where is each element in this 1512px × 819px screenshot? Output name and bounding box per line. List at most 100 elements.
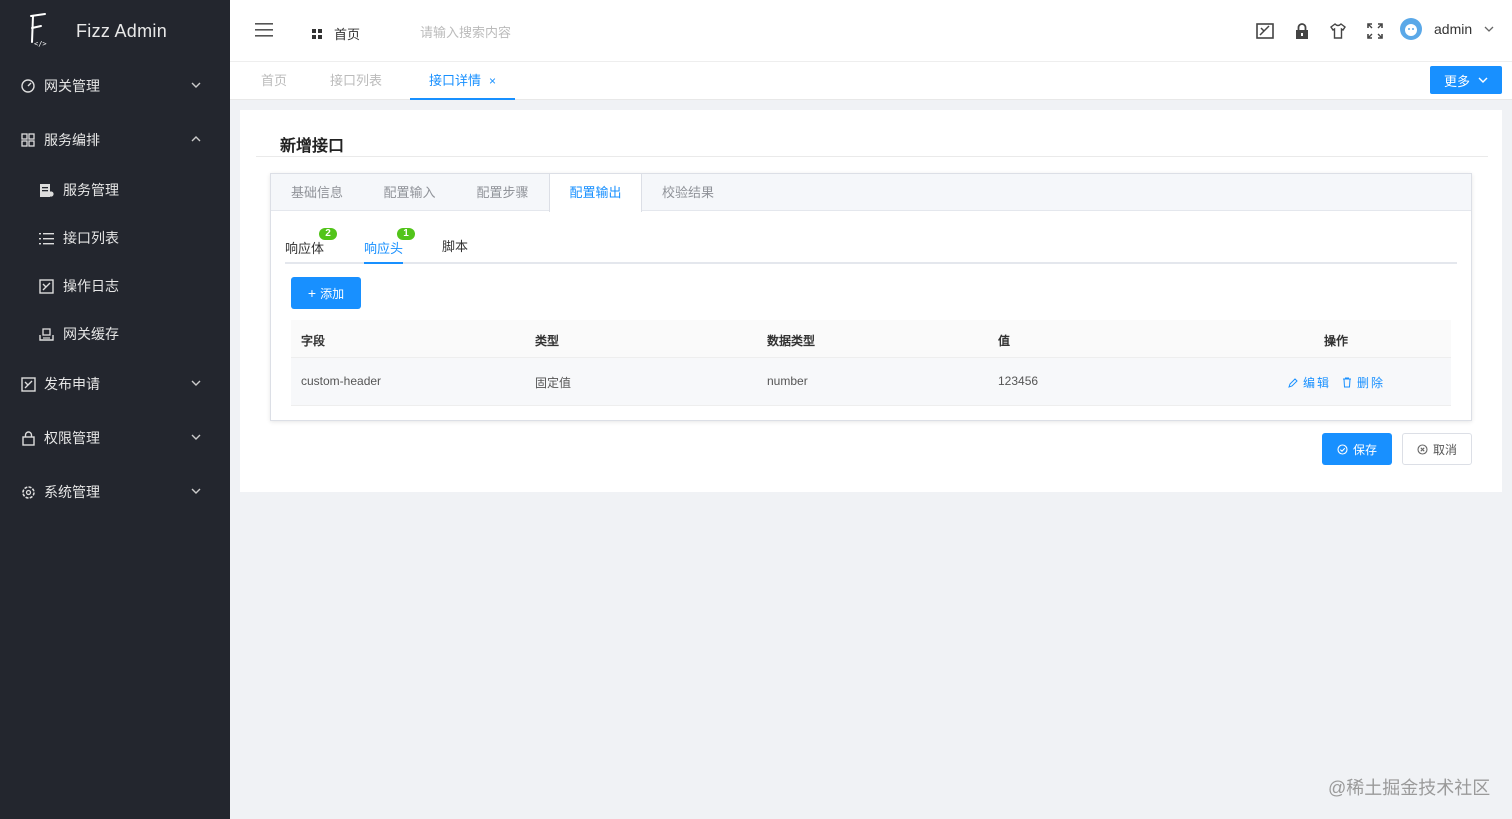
subtab-label: 脚本 [442,239,469,254]
dashboard-icon [20,78,36,94]
sidebar-item-service-management[interactable]: 服务管理 [0,170,230,210]
list-icon [38,230,54,246]
headers-table: 字段 类型 数据类型 值 操作 custom-header 固定值 number… [291,320,1451,406]
sidebar-item-label: 服务管理 [63,182,119,198]
sidebar-item-publish[interactable]: 发布申请 [0,364,230,404]
tab-basic-info[interactable]: 基础信息 [271,174,363,211]
plus-icon: + [307,285,317,301]
sidebar-item-operation-log[interactable]: 操作日志 [0,266,230,306]
screenshot-icon[interactable] [1256,22,1274,40]
sidebar-item-label: 服务编排 [44,132,100,148]
tag-home[interactable]: 首页 [261,62,287,100]
sidebar-item-label: 操作日志 [63,278,119,294]
chevron-down-icon [191,380,201,386]
tab-header: 基础信息 配置输入 配置步骤 配置输出 校验结果 [271,174,1471,212]
tags-view: 首页 接口列表 接口详情 × 更多 [230,62,1512,100]
cell-field: custom-header [301,374,382,388]
column-header: 操作 [1324,334,1349,348]
page-title: 新增接口 [280,138,345,155]
sidebar: </> Fizz Admin 网关管理 服务编排 服务管理 接口列表 操作日志 … [0,0,230,819]
config-tabs: 基础信息 配置输入 配置步骤 配置输出 校验结果 响应体 2 响应头 1 脚本 … [270,173,1472,421]
avatar [1400,18,1422,40]
sidebar-item-gateway-cache[interactable]: 网关缓存 [0,314,230,354]
sidebar-item-permissions[interactable]: 权限管理 [0,418,230,458]
theme-shirt-icon[interactable] [1329,22,1347,40]
sidebar-item-label: 接口列表 [63,230,119,246]
sidebar-item-gateway[interactable]: 网关管理 [0,66,230,106]
save-label: 保存 [1352,442,1377,457]
tab-config-steps[interactable]: 配置步骤 [456,174,549,211]
svg-text:</>: </> [34,40,47,48]
close-circle-icon [1417,443,1428,455]
lock-screen-icon[interactable] [1293,22,1311,40]
column-header: 类型 [535,334,560,348]
grid-icon [312,28,322,39]
cell-type: 固定值 [535,376,572,390]
user-menu[interactable]: admin [1400,18,1494,40]
search-input[interactable] [420,20,620,44]
add-label: 添加 [320,286,345,301]
chevron-down-icon [191,82,201,88]
cell-value: 123456 [998,374,1039,388]
trash-icon [1343,377,1351,388]
count-badge: 2 [319,228,337,240]
save-button[interactable]: 保存 [1322,433,1392,465]
cache-icon [38,326,54,342]
logo: </> Fizz Admin [0,0,230,62]
tab-config-input[interactable]: 配置输入 [363,174,456,211]
home-link[interactable]: 首页 [312,24,360,43]
sidebar-item-label: 权限管理 [44,430,100,446]
watermark: @稀土掘金技术社区 [1328,778,1491,798]
tab-config-output[interactable]: 配置输出 [549,174,642,212]
edit-button[interactable]: 编辑 [1288,374,1331,391]
edit-icon [1288,377,1298,388]
delete-label: 删除 [1357,376,1386,390]
tag-api-detail[interactable]: 接口详情 × [410,62,516,100]
service-doc-icon [38,182,54,198]
table-row: custom-header 固定值 number 123456 编辑 删除 [291,358,1451,406]
subtab-script[interactable]: 脚本 [442,236,468,262]
tag-label: 接口列表 [330,73,383,88]
delete-button[interactable]: 删除 [1342,374,1385,391]
log-icon [38,278,54,294]
chevron-down-icon [1484,26,1494,32]
username: admin [1434,21,1473,37]
check-circle-icon [1337,443,1348,455]
fizz-logo-icon: </> [24,11,52,51]
divider [256,156,1488,157]
content-card: 新增接口 基础信息 配置输入 配置步骤 配置输出 校验结果 响应体 2 响应头 … [240,110,1502,492]
top-header: 首页 admin [230,0,1512,62]
close-icon[interactable]: × [489,74,496,88]
apps-grid-icon [20,132,36,148]
more-button[interactable]: 更多 [1430,66,1502,94]
subtab-response-body[interactable]: 响应体 2 [285,228,337,264]
add-button[interactable]: + 添加 [291,277,361,309]
home-label: 首页 [334,27,361,42]
sidebar-item-service-orchestration[interactable]: 服务编排 [0,120,230,160]
lock-icon [20,430,36,446]
sidebar-item-label: 系统管理 [44,484,100,500]
subtab-response-header[interactable]: 响应头 1 [364,228,415,264]
chevron-down-icon [1478,77,1488,83]
cancel-label: 取消 [1432,442,1457,457]
count-badge: 1 [397,228,415,240]
cancel-button[interactable]: 取消 [1402,433,1472,465]
column-header: 字段 [301,334,326,348]
fullscreen-icon[interactable] [1366,22,1384,40]
tag-api-list[interactable]: 接口列表 [330,62,382,100]
tab-validation-result[interactable]: 校验结果 [642,174,734,211]
edit-label: 编辑 [1303,376,1332,390]
cell-data-type: number [767,374,808,388]
app-title: Fizz Admin [76,20,168,41]
chevron-down-icon [191,488,201,494]
sidebar-item-api-list[interactable]: 接口列表 [0,218,230,258]
tag-label: 首页 [261,73,288,88]
output-subtabs: 响应体 2 响应头 1 脚本 [285,224,1457,264]
gear-icon [20,484,36,500]
subtab-label: 响应体 [285,241,325,256]
tag-label: 接口详情 [429,73,482,88]
column-header: 数据类型 [767,334,816,348]
chevron-down-icon [191,434,201,440]
sidebar-item-system[interactable]: 系统管理 [0,472,230,512]
hamburger-menu-icon[interactable] [254,21,274,39]
